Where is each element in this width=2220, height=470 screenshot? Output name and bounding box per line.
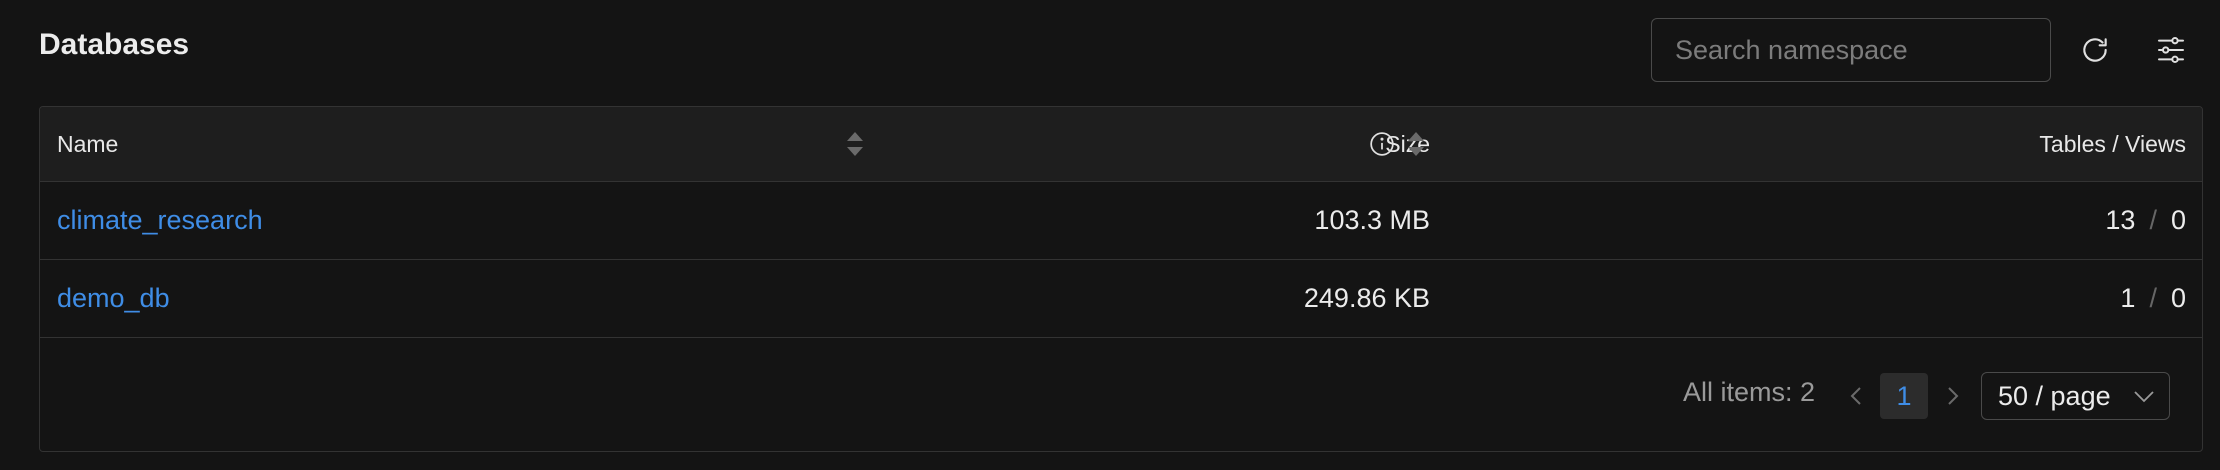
tables-count: 13 [2105,205,2136,235]
search-input[interactable] [1651,18,2051,82]
databases-table: Name Size Tables / Views climate_researc… [39,106,2203,452]
tables-count: 1 [2120,283,2136,313]
views-count: 0 [2170,283,2186,313]
page-1-button[interactable]: 1 [1880,373,1928,419]
count-separator: / [2149,205,2157,235]
table-row: demo_db 249.86 KB 1 / 0 [40,260,2202,338]
views-count: 0 [2170,205,2186,235]
table-header: Name Size Tables / Views [40,107,2202,182]
previous-page-button[interactable] [1836,373,1876,419]
refresh-icon [2083,38,2107,62]
page-title: Databases [39,28,190,61]
page-size-value: 50 / page [1998,380,2111,411]
info-icon [1370,132,1394,156]
refresh-button[interactable] [2075,30,2115,70]
size-value: 249.86 KB [1303,283,1430,313]
chevron-right-icon [1948,387,1959,405]
column-settings-button[interactable] [2151,30,2191,70]
next-page-button[interactable] [1933,373,1973,419]
total-items-label: All items: 2 [1682,377,1815,407]
count-separator: / [2149,283,2157,313]
size-value: 103.3 MB [1314,205,1430,235]
sliders-icon [2158,37,2184,63]
page-size-select[interactable]: 50 / page [1981,372,2170,420]
size-sort-toggle[interactable] [1407,107,1425,181]
sort-icon [1408,132,1424,156]
chevron-left-icon [1850,387,1861,405]
table-row: climate_research 103.3 MB 13 / 0 [40,182,2202,260]
column-header-tables-views: Tables / Views [2039,107,2186,181]
chevron-down-icon [2134,391,2154,403]
size-info-tooltip[interactable] [1369,107,1395,181]
pagination: All items: 2 1 50 / page [40,339,2202,451]
column-header-size[interactable]: Size [40,107,1430,181]
column-header-tables-views-label: Tables / Views [2039,130,2186,157]
